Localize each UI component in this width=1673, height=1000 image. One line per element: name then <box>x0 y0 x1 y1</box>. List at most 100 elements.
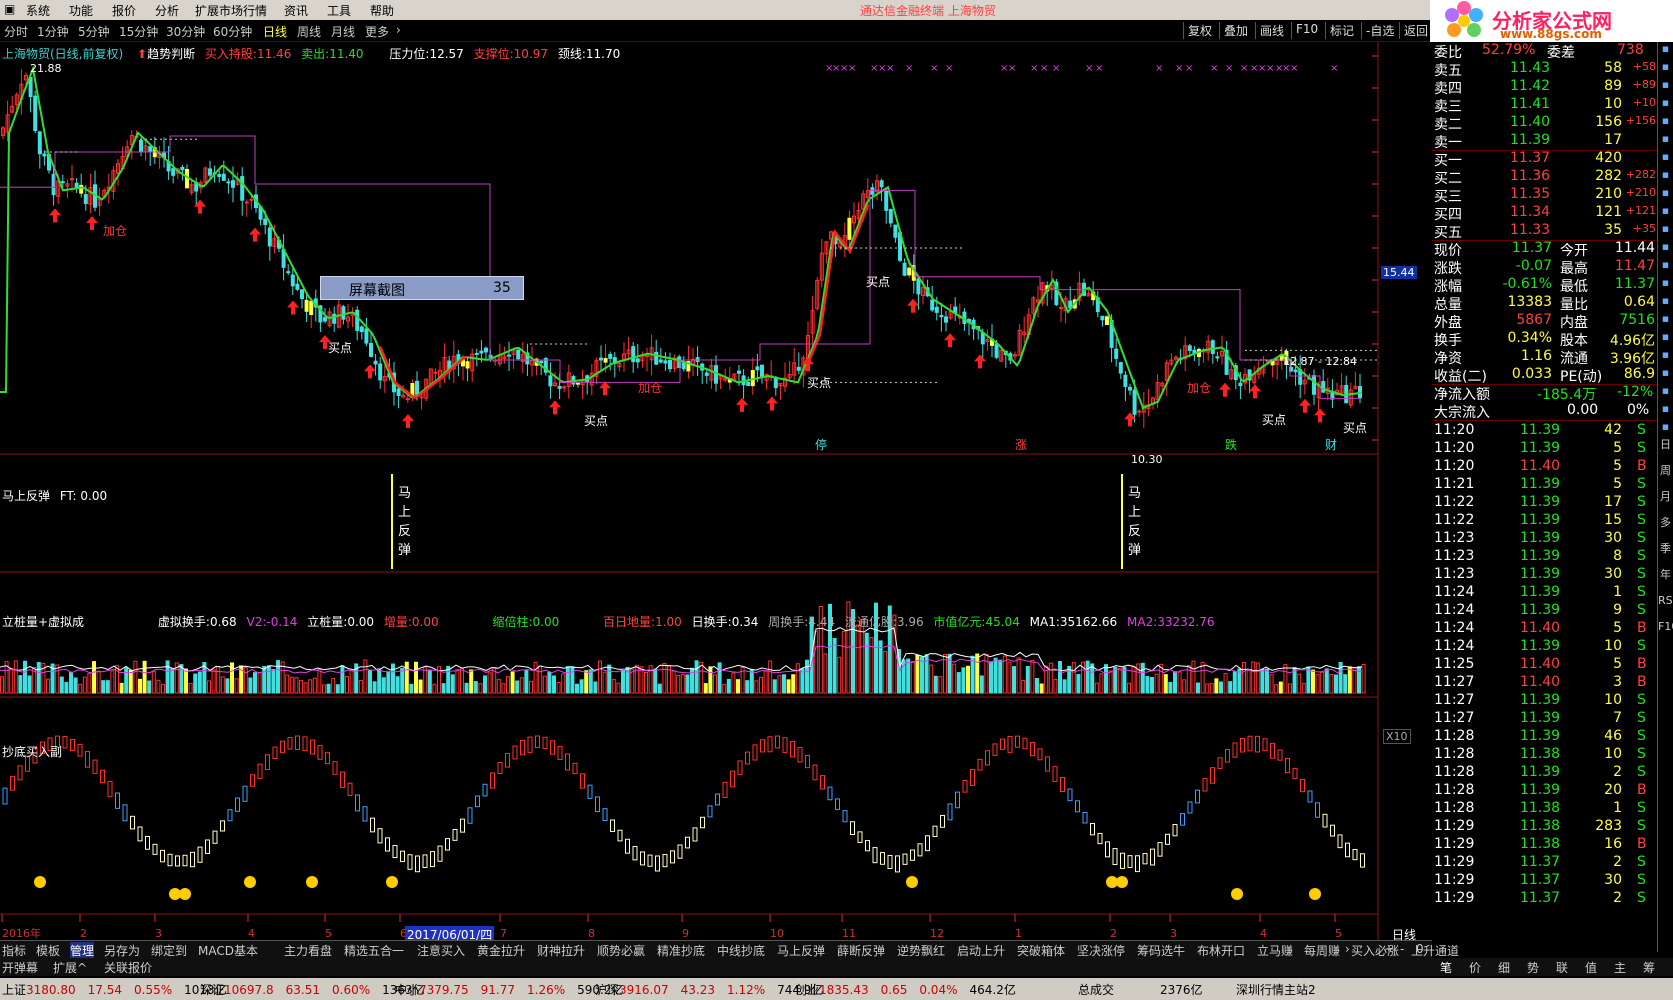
indicator-tab[interactable]: 薛断反弹 <box>837 942 885 959</box>
indicator-tab[interactable]: 逆势飘红 <box>897 942 945 959</box>
side-tab-2[interactable]: 月 <box>1658 490 1673 516</box>
tabs-scroll-right-icon[interactable]: › <box>1345 942 1350 956</box>
period-daily[interactable]: 日线 <box>263 23 287 40</box>
restore-rights-button[interactable]: 复权 <box>1183 22 1212 39</box>
side-tool-icon[interactable]: ▪ <box>1658 114 1673 132</box>
period-5min[interactable]: 5分钟 <box>78 23 110 40</box>
period-1min[interactable]: 1分钟 <box>37 23 69 40</box>
side-tool-icon[interactable]: ▪ <box>1658 294 1673 312</box>
quote-tab[interactable]: 筹 <box>1643 959 1655 976</box>
period-15min[interactable]: 15分钟 <box>119 23 158 40</box>
side-tool-icon[interactable]: ▪ <box>1658 258 1673 276</box>
indicator-tab[interactable]: 每周赚 <box>1304 942 1340 959</box>
side-tool-icon[interactable]: ▪ <box>1658 150 1673 168</box>
side-tool-icon[interactable]: ▪ <box>1658 276 1673 294</box>
side-tool-icon[interactable]: ▪ <box>1658 420 1673 438</box>
indicator-tab[interactable]: 绑定到 <box>151 942 187 959</box>
side-tool-icon[interactable]: ▪ <box>1658 78 1673 96</box>
indicator-tab[interactable]: 管理 <box>70 942 95 959</box>
side-tab-7[interactable]: F10 <box>1658 620 1673 646</box>
indicator-tab[interactable]: 主力看盘 <box>284 942 332 959</box>
zoom-in-icon[interactable]: + <box>1384 942 1394 956</box>
indicator-tab[interactable]: 突破箱体 <box>1017 942 1065 959</box>
indicator-tab[interactable]: 指标 <box>2 942 26 959</box>
side-tool-icon[interactable]: ▪ <box>1658 384 1673 402</box>
side-tool-icon[interactable]: ▪ <box>1658 402 1673 420</box>
indicator-tab[interactable]: MACD基本 <box>198 942 258 959</box>
back-button[interactable]: 返回 <box>1399 22 1428 39</box>
side-tool-icon[interactable]: ▪ <box>1658 204 1673 222</box>
zoom-out-icon[interactable]: - <box>1400 942 1404 956</box>
quote-tab[interactable]: 联 <box>1556 959 1568 976</box>
side-tool-icon[interactable]: ▪ <box>1658 60 1673 78</box>
menu-system[interactable]: 系统 <box>26 2 50 19</box>
menu-analysis[interactable]: 分析 <box>155 2 179 19</box>
indicator-tab[interactable]: 另存为 <box>104 942 140 959</box>
indicator-tab[interactable]: 坚决涨停 <box>1077 942 1125 959</box>
side-tool-icon[interactable]: ▪ <box>1658 42 1673 60</box>
quote-tab[interactable]: 势 <box>1527 959 1539 976</box>
side-tool-icon[interactable]: ▪ <box>1658 312 1673 330</box>
add-watchlist-button[interactable]: -自选 <box>1361 22 1394 39</box>
indicator-tab[interactable]: 中线抄底 <box>717 942 765 959</box>
side-tool-icon[interactable]: ▪ <box>1658 96 1673 114</box>
side-tab-3[interactable]: 多 <box>1658 516 1673 542</box>
quote-tab[interactable]: 主 <box>1614 959 1626 976</box>
indicator-tab[interactable]: 顺势必赢 <box>597 942 645 959</box>
side-tab-0[interactable]: 日 <box>1658 438 1673 464</box>
toolbar-button[interactable]: 开弹幕 <box>2 959 38 976</box>
quote-tab[interactable]: 价 <box>1469 959 1481 976</box>
quote-tab[interactable]: 值 <box>1585 959 1597 976</box>
indicator-tab[interactable]: 马上反弹 <box>777 942 825 959</box>
toolbar-button[interactable]: 关联报价 <box>104 959 152 976</box>
menu-function[interactable]: 功能 <box>69 2 93 19</box>
indicator-tab[interactable]: 模板 <box>36 942 60 959</box>
side-tool-icon[interactable]: ▪ <box>1658 240 1673 258</box>
side-tool-icon[interactable]: ▪ <box>1658 348 1673 366</box>
period-weekly[interactable]: 周线 <box>297 23 321 40</box>
period-60min[interactable]: 60分钟 <box>213 23 252 40</box>
menu-quote[interactable]: 报价 <box>112 2 136 19</box>
chart-canvas[interactable]: 22.0021.0020.0019.0018.0017.0016.0015.00… <box>0 42 1380 942</box>
menu-tools[interactable]: 工具 <box>327 2 351 19</box>
zoom-reset-icon[interactable]: 0 <box>1416 942 1424 956</box>
app-icon[interactable]: ▣ <box>4 2 15 16</box>
draw-line-button[interactable]: 画线 <box>1255 22 1284 39</box>
period-30min[interactable]: 30分钟 <box>166 23 205 40</box>
side-tool-icon[interactable]: ▪ <box>1658 330 1673 348</box>
indicator-tab[interactable]: 黄金拉升 <box>477 942 525 959</box>
menu-help[interactable]: 帮助 <box>370 2 394 19</box>
oscillator-box <box>1330 824 1335 837</box>
side-tool-icon[interactable]: ▪ <box>1658 186 1673 204</box>
side-tab-6[interactable]: RSI <box>1658 594 1673 620</box>
index-quote[interactable]: 创业1835.43 0.65 0.04% 464.2亿 <box>795 981 1028 998</box>
side-tool-icon[interactable]: ▪ <box>1658 366 1673 384</box>
side-tool-icon[interactable]: ▪ <box>1658 132 1673 150</box>
mark-button[interactable]: 标记 <box>1325 22 1354 39</box>
f10-button[interactable]: F10 <box>1291 22 1318 39</box>
period-more-arrow-icon[interactable]: › <box>396 23 401 37</box>
period-monthly[interactable]: 月线 <box>331 23 355 40</box>
side-tab-4[interactable]: 季 <box>1658 542 1673 568</box>
overlay-button[interactable]: 叠加 <box>1219 22 1248 39</box>
period-more[interactable]: 更多 <box>365 23 389 40</box>
toolbar-button[interactable]: 扩展^ <box>53 959 87 976</box>
indicator-tab[interactable]: 精选五合一 <box>344 942 404 959</box>
period-tick[interactable]: 分时 <box>4 23 28 40</box>
screenshot-popup[interactable]: 屏幕截图 35 <box>320 276 524 300</box>
menu-extended-market[interactable]: 扩展市场行情 <box>195 2 267 19</box>
indicator-tab[interactable]: 筹码选牛 <box>1137 942 1185 959</box>
quote-tab[interactable]: 细 <box>1498 959 1510 976</box>
side-tab-5[interactable]: 年 <box>1658 568 1673 594</box>
indicator-tab[interactable]: 立马赚 <box>1257 942 1293 959</box>
side-tab-1[interactable]: 周 <box>1658 464 1673 490</box>
menu-news[interactable]: 资讯 <box>284 2 308 19</box>
indicator-tab[interactable]: 启动上升 <box>957 942 1005 959</box>
indicator-tab[interactable]: 财神拉升 <box>537 942 585 959</box>
indicator-tab[interactable]: 布林开口 <box>1197 942 1245 959</box>
side-tool-icon[interactable]: ▪ <box>1658 168 1673 186</box>
indicator-tab[interactable]: 精准抄底 <box>657 942 705 959</box>
indicator-tab[interactable]: 注意买入 <box>417 942 465 959</box>
side-tool-icon[interactable]: ▪ <box>1658 222 1673 240</box>
quote-tab[interactable]: 笔 <box>1440 959 1452 976</box>
